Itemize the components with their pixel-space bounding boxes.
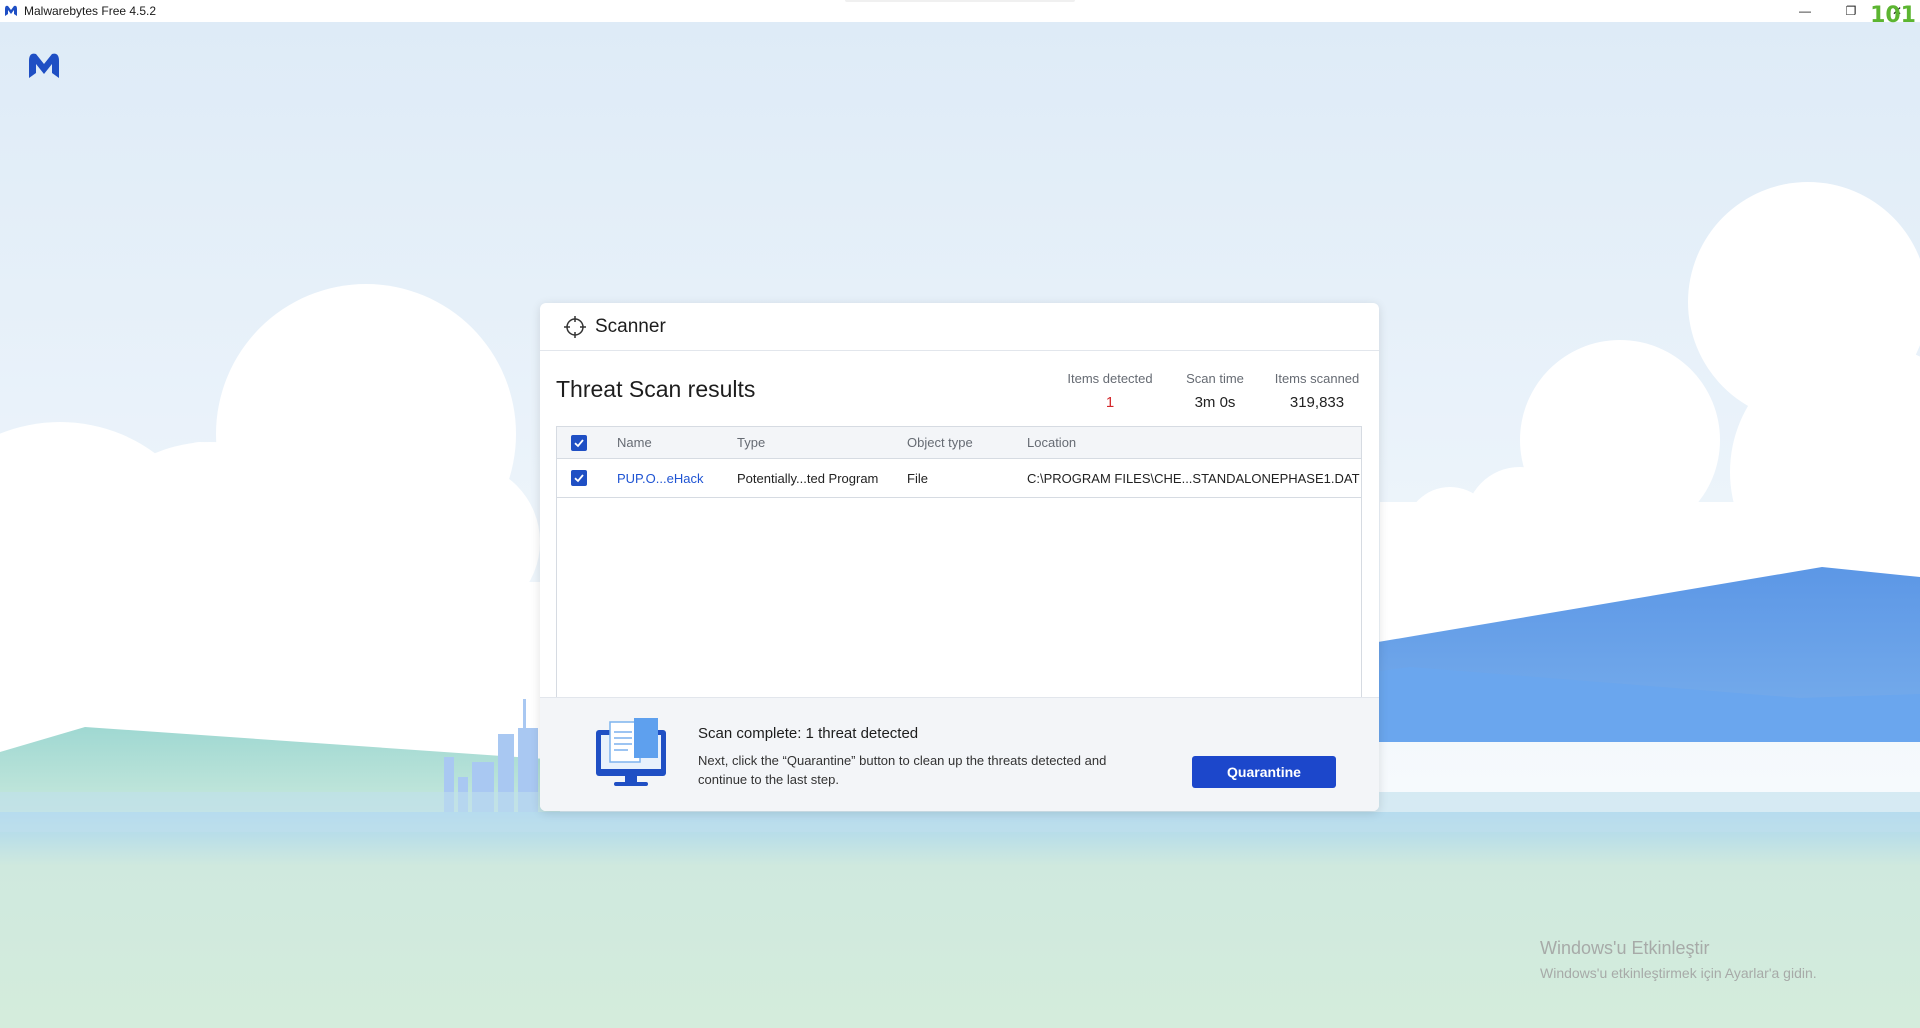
results-summary: Threat Scan results Items detected 1 Sca… — [540, 351, 1379, 426]
table-row[interactable]: PUP.O...eHack Potentially...ted Program … — [557, 459, 1361, 498]
stat-value: 1 — [1105, 394, 1115, 411]
restore-button[interactable]: ❐ — [1828, 0, 1874, 22]
activation-title: Windows'u Etkinleştir — [1540, 938, 1710, 958]
table-header: Name Type Object type Location — [557, 427, 1361, 459]
minimize-button[interactable]: — — [1782, 0, 1828, 22]
checkmark-icon — [574, 438, 584, 447]
malwarebytes-logo-icon — [5, 5, 17, 16]
row-checkbox-cell — [571, 459, 587, 497]
stat-label: Scan time — [1186, 371, 1244, 386]
malwarebytes-brand-icon[interactable] — [26, 48, 62, 82]
stat-items-detected: Items detected 1 — [1060, 371, 1160, 411]
column-header-name[interactable]: Name — [617, 427, 652, 458]
threats-table: Name Type Object type Location PUP.O...e… — [556, 426, 1362, 698]
threat-type: Potentially...ted Program — [737, 470, 879, 486]
checkmark-icon — [574, 474, 584, 483]
threat-object-type: File — [907, 470, 928, 486]
crosshair-icon — [564, 315, 586, 338]
overlay-counter: 101 — [1870, 3, 1916, 28]
row-checkbox[interactable] — [571, 470, 587, 486]
stat-items-scanned: Items scanned 319,833 — [1272, 371, 1362, 411]
page-title: Threat Scan results — [556, 376, 756, 402]
select-all-checkbox[interactable] — [571, 434, 587, 451]
stat-label: Items detected — [1067, 371, 1153, 386]
quarantine-button[interactable]: Quarantine — [1192, 756, 1336, 788]
scan-complete-footer: Scan complete: 1 threat detected Next, c… — [540, 697, 1379, 811]
select-all-cell — [571, 427, 587, 458]
column-header-object-type[interactable]: Object type — [907, 427, 973, 458]
title-tab-decoration — [845, 0, 1075, 2]
title-bar: Malwarebytes Free 4.5.2 — ❐ ✕ — [0, 0, 1920, 22]
scan-complete-description: Next, click the “Quarantine” button to c… — [698, 753, 1107, 787]
column-header-type[interactable]: Type — [737, 427, 765, 458]
threat-location: C:\PROGRAM FILES\CHE...STANDALONEPHASE1.… — [1027, 470, 1360, 486]
threat-name-link[interactable]: PUP.O...eHack — [617, 459, 703, 497]
column-header-location[interactable]: Location — [1027, 427, 1076, 458]
scan-complete-title: Scan complete: 1 threat detected — [698, 725, 919, 742]
scanner-card: Scanner Threat Scan results Items detect… — [540, 303, 1379, 811]
stat-scan-time: Scan time 3m 0s — [1175, 371, 1255, 411]
scanner-header: Scanner — [540, 303, 1379, 351]
computer-document-icon — [596, 718, 666, 786]
stat-label: Items scanned — [1274, 371, 1360, 386]
activation-subtitle: Windows'u etkinleştirmek için Ayarlar'a … — [1540, 965, 1817, 981]
scanner-title: Scanner — [595, 315, 666, 337]
stat-value: 319,833 — [1289, 394, 1345, 411]
stat-value: 3m 0s — [1194, 394, 1236, 411]
windows-activation-watermark: Windows'u Etkinleştir Windows'u etkinleş… — [1540, 938, 1817, 981]
window-title: Malwarebytes Free 4.5.2 — [24, 4, 157, 18]
